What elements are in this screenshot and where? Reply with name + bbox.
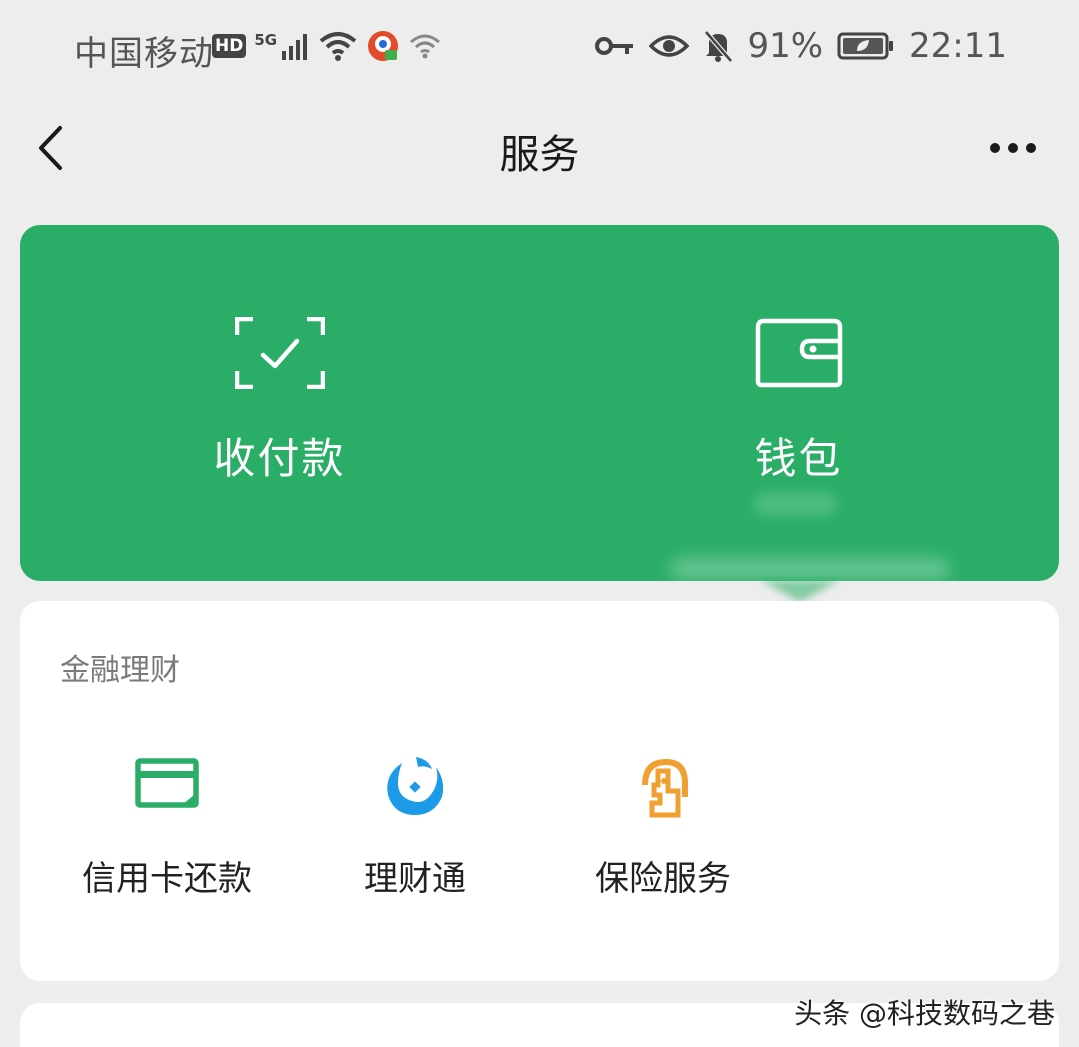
insurance-icon [642, 759, 688, 818]
wealth-icon [387, 757, 444, 815]
wifi-hotspot-icon [410, 34, 441, 59]
status-bar: 中国移动 HD 5G 91% 22:11 [0, 0, 1079, 92]
system-status: 91% 22:11 [595, 26, 1007, 66]
nav-bar: 服务 [0, 100, 1079, 196]
page-title: 服务 [499, 132, 580, 178]
service-screen: 中国移动 HD 5G 91% 22:11 服务 收付款 钱包 金融理财 信用卡还… [0, 0, 1079, 1047]
service-label: 保险服务 [595, 859, 731, 899]
credit-card-repay-button[interactable]: 信用卡还款 [42, 751, 292, 901]
wallet-label: 钱包 [754, 434, 843, 483]
more-dot [1008, 143, 1018, 153]
finance-section: 金融理财 信用卡还款 理财通 保险服务 [20, 601, 1059, 981]
eye-icon [649, 35, 690, 57]
credit-card-icon [135, 758, 199, 808]
service-label: 信用卡还款 [82, 859, 252, 899]
scan-check-icon [234, 317, 325, 389]
service-label: 理财通 [364, 859, 466, 899]
signal-icon: 5G [254, 31, 311, 61]
wealth-button[interactable]: 理财通 [290, 751, 540, 901]
carrier-name: 中国移动 [74, 34, 214, 74]
blurred-overlay [670, 558, 950, 580]
more-button[interactable] [983, 126, 1043, 170]
clock-time: 22:11 [909, 26, 1007, 66]
network-type: 5G [254, 31, 278, 49]
battery-icon [837, 32, 894, 60]
insurance-button[interactable]: 保险服务 [538, 751, 788, 901]
pay-card: 收付款 钱包 [20, 225, 1059, 581]
wallet-button[interactable]: 钱包 [539, 225, 1058, 581]
blurred-pointer [760, 580, 840, 602]
section-title: 金融理财 [60, 653, 180, 688]
network-icons: HD 5G [212, 26, 441, 66]
wifi-icon [319, 32, 357, 61]
vpn-app-icon [368, 31, 399, 61]
watermark: 头条 @科技数码之巷 [794, 997, 1055, 1030]
collect-pay-label: 收付款 [213, 434, 346, 483]
collect-pay-button[interactable]: 收付款 [20, 225, 539, 581]
wallet-icon [755, 318, 842, 388]
blurred-balance [754, 493, 835, 515]
mute-bell-icon [704, 30, 734, 63]
battery-percent: 91% [747, 26, 824, 66]
more-dot [1026, 143, 1036, 153]
hd-badge: HD [212, 34, 247, 58]
more-dot [990, 143, 1000, 153]
key-icon [595, 37, 634, 55]
